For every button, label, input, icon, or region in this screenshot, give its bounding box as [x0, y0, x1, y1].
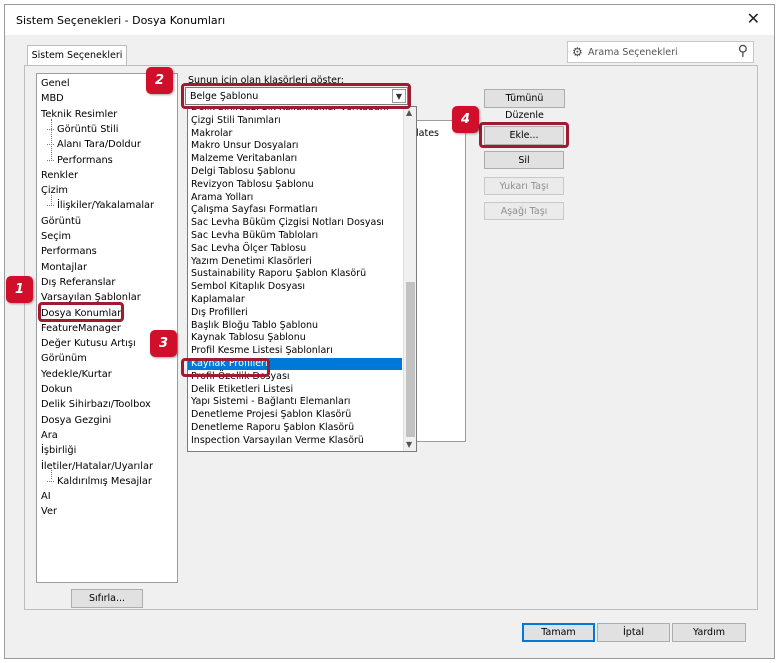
dropdown-option[interactable]: Kaplamalar: [191, 294, 401, 306]
tree-item[interactable]: Dokun: [41, 383, 72, 396]
tree-item[interactable]: Dosya Gezgini: [41, 414, 111, 427]
callout-badge: 3: [150, 330, 177, 357]
scroll-down-icon[interactable]: ▼: [406, 440, 412, 449]
dropdown-option[interactable]: Kaynak Tablosu Şablonu: [191, 332, 401, 344]
close-icon[interactable]: ✕: [747, 11, 760, 27]
callout-badge: 4: [452, 106, 479, 133]
tab-label: Sistem Seçenekleri: [31, 50, 123, 61]
window-title: Sistem Seçenekleri - Dosya Konumları: [16, 14, 226, 27]
tree-item[interactable]: Değer Kutusu Artışı: [41, 337, 136, 350]
dropdown-option[interactable]: Başlık Bloğu Tablo Şablonu: [191, 320, 401, 332]
tree-item[interactable]: Performans: [41, 245, 97, 258]
callout-badge: 1: [6, 276, 33, 303]
tree-item[interactable]: İlişkiler/Yakalamalar: [46, 199, 154, 212]
dropdown-option[interactable]: Malzeme Veritabanları: [191, 153, 401, 165]
tree-item[interactable]: Seçim: [41, 230, 71, 243]
dropdown-option[interactable]: Çalışma Sayfası Formatları: [191, 204, 401, 216]
tree-item[interactable]: Renkler: [41, 169, 78, 182]
tree-item[interactable]: Delik Sihirbazı/Toolbox: [41, 398, 151, 411]
help-button[interactable]: Yardım: [672, 623, 746, 642]
dropdown-option[interactable]: Makrolar: [191, 128, 401, 140]
search-icon[interactable]: ⚲: [738, 43, 748, 59]
dropdown-option[interactable]: Sustainability Raporu Şablon Klasörü: [191, 268, 401, 280]
highlight-add-button: [479, 122, 569, 148]
ok-button[interactable]: Tamam: [522, 623, 595, 642]
dropdown-option[interactable]: Delgi Tablosu Şablonu: [191, 166, 401, 178]
tree-item[interactable]: Yedekle/Kurtar: [41, 368, 112, 381]
edit-all-button[interactable]: Tümünü Düzenle: [484, 89, 565, 121]
tree-item[interactable]: Genel: [41, 77, 70, 90]
tree-item[interactable]: Alanı Tara/Doldur: [47, 138, 141, 151]
dropdown-option[interactable]: Sembol Kitaplık Dosyası: [191, 281, 401, 293]
tree-item[interactable]: AI: [41, 490, 51, 503]
move-down-button[interactable]: Aşağı Taşı: [484, 202, 564, 220]
tree-item[interactable]: İşbirliği: [41, 444, 76, 457]
scroll-up-icon[interactable]: ▲: [406, 108, 412, 117]
highlight-file-locations: [38, 302, 124, 322]
reset-button[interactable]: Sıfırla...: [71, 589, 143, 608]
callout-badge: 2: [146, 67, 173, 94]
tree-item[interactable]: Performans: [47, 154, 113, 167]
title-bar: Sistem Seçenekleri - Dosya Konumları ✕: [5, 5, 774, 35]
dropdown-option[interactable]: Sac Levha Ölçer Tablosu: [191, 243, 401, 255]
tree-item[interactable]: Ara: [41, 429, 58, 442]
dropdown-option[interactable]: Çizgi Stili Tanımları: [191, 115, 401, 127]
tree-item[interactable]: FeatureManager: [41, 322, 121, 335]
tree-item[interactable]: Dış Referanslar: [41, 276, 115, 289]
highlight-weldment-profiles: [181, 358, 270, 377]
gear-icon[interactable]: ⚙: [572, 45, 583, 59]
tree-item[interactable]: Ver: [41, 505, 57, 518]
dropdown-option[interactable]: Dış Profilleri: [191, 307, 401, 319]
tree-connector: [51, 119, 52, 159]
folder-type-dropdown-list[interactable]: Delik Sihirbazı Sık Kullanılanlar Verita…: [187, 106, 417, 452]
dropdown-option[interactable]: Yazım Denetimi Klasörleri: [191, 256, 401, 268]
dropdown-option[interactable]: Sac Levha Büküm Çizgisi Notları Dosyası: [191, 217, 401, 229]
dropdown-option[interactable]: Yapı Sistemi - Bağlantı Elemanları: [191, 396, 401, 408]
dropdown-option[interactable]: Denetleme Projesi Şablon Klasörü: [191, 409, 401, 421]
tree-item[interactable]: Çizim: [41, 184, 68, 197]
dropdown-option[interactable]: Inspection Varsayılan Verme Klasörü: [191, 435, 401, 447]
move-up-button[interactable]: Yukarı Taşı: [484, 177, 564, 195]
tree-item[interactable]: Teknik Resimler: [41, 108, 117, 121]
tree-item[interactable]: Görüntü: [41, 215, 81, 228]
highlight-folder-type-select: [181, 83, 411, 109]
dropdown-scrollbar[interactable]: ▲ ▼: [403, 107, 416, 451]
tree-item[interactable]: Görünüm: [41, 352, 87, 365]
dropdown-option[interactable]: Revizyon Tablosu Şablonu: [191, 179, 401, 191]
search-placeholder: Arama Seçenekleri: [588, 47, 678, 58]
tree-item[interactable]: İletiler/Hatalar/Uyarılar: [41, 460, 153, 473]
tree-item[interactable]: MBD: [41, 92, 64, 105]
delete-button[interactable]: Sil: [484, 151, 564, 169]
dropdown-option[interactable]: Sac Levha Büküm Tabloları: [191, 230, 401, 242]
tree-item[interactable]: Kaldırılmış Mesajlar: [47, 475, 152, 488]
scroll-thumb[interactable]: [406, 282, 415, 437]
tab-system-options[interactable]: Sistem Seçenekleri: [27, 45, 127, 65]
dropdown-option[interactable]: Delik Etiketleri Listesi: [191, 384, 401, 396]
options-tree[interactable]: Genel MBD Teknik Resimler Görüntü Stili Alan…: [36, 73, 178, 583]
dropdown-option[interactable]: Denetleme Raporu Şablon Klasörü: [191, 422, 401, 434]
dropdown-option[interactable]: Profil Kesme Listesi Şablonları: [191, 345, 401, 357]
dropdown-option[interactable]: Makro Unsur Dosyaları: [191, 140, 401, 152]
dropdown-option[interactable]: Arama Yolları: [191, 192, 401, 204]
search-input[interactable]: ⚙ Arama Seçenekleri ⚲: [567, 41, 754, 63]
tree-item[interactable]: Görüntü Stili: [46, 123, 118, 136]
cancel-button[interactable]: İptal: [597, 623, 670, 642]
tree-item[interactable]: Montajlar: [41, 261, 87, 274]
